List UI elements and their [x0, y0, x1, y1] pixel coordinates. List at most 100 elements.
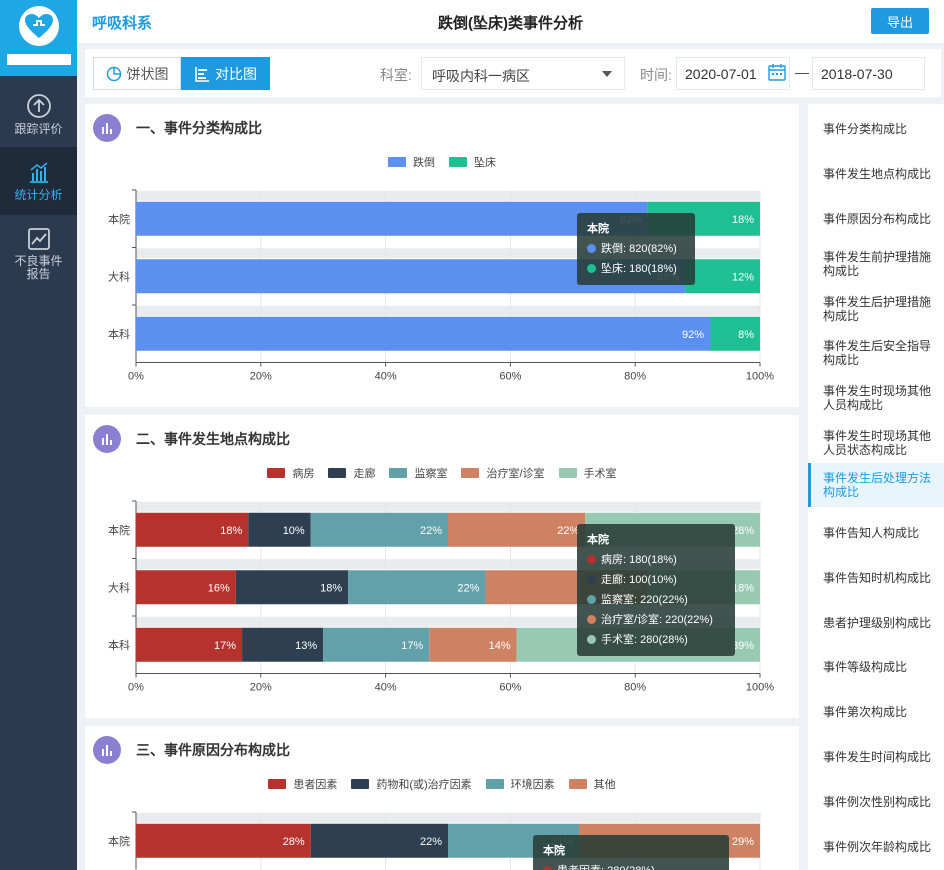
- right-menu-label: 事件发生后处理方法构成比: [823, 471, 932, 499]
- bar-data-label: 12%: [732, 271, 754, 283]
- right-menu-item[interactable]: 事件分类构成比: [808, 118, 944, 140]
- right-menu-label: 事件告知时机构成比: [823, 571, 932, 585]
- bar-data-label: 8%: [738, 329, 754, 341]
- tooltip-dot: [587, 555, 596, 564]
- bar-data-label: 92%: [682, 329, 704, 341]
- nav-label: 不良事件报告: [14, 254, 63, 281]
- right-menu-label: 事件发生时现场其他人员状态构成比: [823, 429, 932, 457]
- bar-data-label: 18%: [320, 582, 342, 594]
- nav-statistics[interactable]: 统计分析: [0, 147, 77, 215]
- compare-tab-label: 对比图: [215, 65, 257, 82]
- calendar-icon[interactable]: [768, 63, 786, 81]
- right-menu-item[interactable]: 事件告知人构成比: [808, 522, 944, 544]
- date-to-input[interactable]: 2018-07-30: [812, 57, 925, 90]
- right-menu-item[interactable]: 事件发生后护理措施构成比: [808, 292, 944, 326]
- pie-chart-tab[interactable]: 饼状图: [93, 57, 181, 90]
- right-menu-item[interactable]: 事件例次性别构成比: [808, 791, 944, 813]
- right-menu-item[interactable]: 事件等级构成比: [808, 656, 944, 678]
- nav-tracking-evaluation[interactable]: 跟踪评价: [0, 80, 77, 148]
- heart-logo-icon: [18, 6, 59, 46]
- x-tick-label: 80%: [624, 371, 646, 383]
- row-band: [136, 501, 760, 512]
- top-bar: 呼吸科系 跌倒(坠床)类事件分析 导出: [77, 0, 944, 43]
- arrow-up-circle-icon: [26, 93, 51, 118]
- right-menu-label: 事件第次构成比: [823, 705, 908, 719]
- tooltip-text: 病房: 180(18%): [601, 554, 677, 566]
- nav-label: 统计分析: [14, 187, 63, 202]
- bar-data-label: 13%: [295, 640, 317, 652]
- tooltip-dot: [587, 244, 596, 253]
- nav-adverse-event-report[interactable]: 不良事件报告: [0, 218, 77, 290]
- bar-data-label: 29%: [732, 836, 754, 848]
- tooltip-text: 治疗室/诊室: 220(22%): [601, 614, 713, 626]
- bar-data-label: 22%: [420, 525, 442, 537]
- right-menu-item[interactable]: 事件第次构成比: [808, 701, 944, 723]
- tooltip-text: 监察室: 220(22%): [601, 594, 688, 606]
- right-menu: 事件分类构成比 事件发生地点构成比 事件原因分布构成比 事件发生前护理措施构成比 事件发…: [808, 104, 944, 870]
- bar-chart-icon: [29, 161, 48, 183]
- y-tick-label: 大科: [108, 269, 130, 283]
- right-menu-item[interactable]: 事件发生时现场其他人员状态构成比: [808, 426, 944, 460]
- bar-segment[interactable]: [136, 201, 648, 236]
- tooltip-text: 患者因素: 280(28%): [557, 865, 655, 870]
- right-menu-item[interactable]: 事件发生地点构成比: [808, 163, 944, 185]
- bar-data-label: 39%: [732, 640, 754, 652]
- row-band: [136, 190, 760, 201]
- right-menu-label: 患者护理级别构成比: [823, 616, 932, 630]
- date-separator: —: [795, 64, 809, 80]
- tooltip-dot: [587, 615, 596, 624]
- tooltip-row: 手术室: 280(28%): [587, 630, 725, 650]
- pie-tab-label: 饼状图: [126, 65, 169, 82]
- export-button[interactable]: 导出: [871, 8, 929, 34]
- chevron-down-icon: [602, 71, 612, 77]
- right-menu-item[interactable]: 事件发生后安全指导构成比: [808, 336, 944, 370]
- bar-data-label: 18%: [220, 525, 242, 537]
- date-to-value: 2018-07-30: [821, 66, 893, 82]
- right-menu-item[interactable]: 事件发生前护理措施构成比: [808, 247, 944, 281]
- bar-data-label: 14%: [489, 640, 511, 652]
- date-from-value: 2020-07-01: [685, 66, 757, 82]
- right-menu-item[interactable]: 事件发生时间构成比: [808, 746, 944, 768]
- y-tick-label: 本院: [108, 212, 130, 226]
- right-menu-label: 事件发生时间构成比: [823, 750, 932, 764]
- right-menu-label: 事件等级构成比: [823, 660, 908, 674]
- y-tick-label: 本院: [108, 523, 130, 537]
- right-menu-item[interactable]: 事件发生后处理方法构成比: [808, 463, 944, 507]
- right-menu-item[interactable]: 患者护理级别构成比: [808, 612, 944, 634]
- right-menu-label: 事件分类构成比: [823, 122, 908, 136]
- bar-data-label: 18%: [732, 582, 754, 594]
- time-label: 时间:: [640, 67, 672, 83]
- filter-bar: 饼状图 对比图 科室: 呼吸内科一病区 时间: 2020-07-01 — 201…: [85, 49, 941, 97]
- bar-compare-icon: [195, 66, 209, 82]
- tooltip-title: 本院: [587, 534, 609, 546]
- tooltip-row: 治疗室/诊室: 220(22%): [587, 610, 725, 630]
- right-menu-item[interactable]: 事件原因分布构成比: [808, 208, 944, 230]
- right-menu-label: 事件告知人构成比: [823, 526, 920, 540]
- bar-data-label: 17%: [401, 640, 423, 652]
- chart-card-3: 三、事件原因分布构成比 患者因素 药物和(或)治疗因素 环境因素 其他 本院 28% 22% 2…: [85, 726, 799, 870]
- right-menu-item[interactable]: 事件告知时机构成比: [808, 567, 944, 589]
- tooltip-row: 患者因素: 280(28%): [543, 861, 719, 870]
- tooltip-text: 手术室: 280(28%): [601, 634, 688, 646]
- right-menu-item[interactable]: 事件发生时现场其他人员构成比: [808, 381, 944, 415]
- right-menu-label: 事件发生地点构成比: [823, 167, 932, 181]
- tooltip-dot: [587, 575, 596, 584]
- bar-segment[interactable]: [136, 316, 711, 351]
- compare-chart-tab[interactable]: 对比图: [181, 57, 270, 90]
- x-tick-label: 0%: [128, 371, 144, 383]
- tooltip-row: 跌倒: 820(82%): [587, 239, 685, 259]
- chart-card-2: 二、事件发生地点构成比 病房 走廊 监察室 治疗室/诊室 手术室 本院 18% 10% 22% 22…: [85, 415, 799, 718]
- right-menu-label: 事件发生后安全指导构成比: [823, 339, 932, 367]
- tooltip-text: 跌倒: 820(82%): [601, 243, 677, 255]
- x-tick-label: 0%: [128, 682, 144, 694]
- tooltip-dot: [543, 866, 552, 870]
- right-menu-label: 事件例次年龄构成比: [823, 840, 932, 854]
- right-menu-item[interactable]: 事件例次年龄构成比: [808, 836, 944, 858]
- dept-select[interactable]: 呼吸内科一病区: [421, 57, 625, 90]
- pie-icon: [106, 66, 121, 81]
- x-tick-label: 40%: [375, 371, 397, 383]
- right-menu-label: 事件发生前护理措施构成比: [823, 250, 932, 278]
- bar-data-label: 28%: [283, 836, 305, 848]
- tooltip-row: 监察室: 220(22%): [587, 590, 725, 610]
- nav-label: 跟踪评价: [14, 121, 63, 136]
